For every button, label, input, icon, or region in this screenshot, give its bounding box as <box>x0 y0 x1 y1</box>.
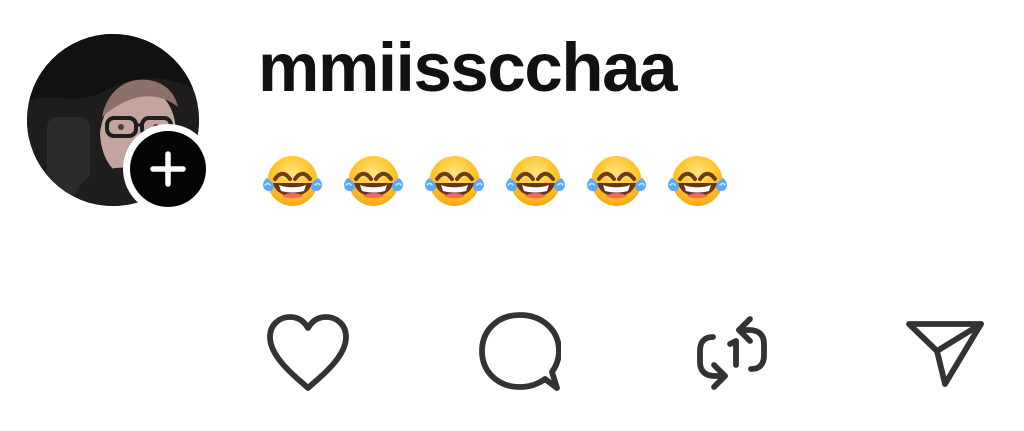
like-button[interactable] <box>262 307 354 399</box>
laughing-tears-emoji <box>587 155 646 206</box>
comment-button[interactable] <box>474 307 566 399</box>
comment-bubble-icon <box>479 312 561 391</box>
follow-button-circle <box>130 131 206 207</box>
laughing-tears-emoji <box>506 155 565 206</box>
follow-button[interactable] <box>123 124 213 214</box>
laughing-tears-emoji <box>425 155 484 206</box>
username[interactable]: mmiisscchaa <box>258 27 677 109</box>
send-icon <box>906 321 984 387</box>
repost-button[interactable] <box>686 307 778 399</box>
post-message <box>260 147 780 213</box>
share-button[interactable] <box>898 307 990 399</box>
repost-icon <box>697 316 767 390</box>
laughing-tears-emoji <box>263 155 322 206</box>
plus-icon <box>150 151 186 187</box>
laughing-tears-emoji <box>668 155 727 206</box>
thread-post: mmiisscchaa <box>0 0 1024 431</box>
heart-icon <box>267 314 349 391</box>
laughing-tears-emoji <box>344 155 403 206</box>
